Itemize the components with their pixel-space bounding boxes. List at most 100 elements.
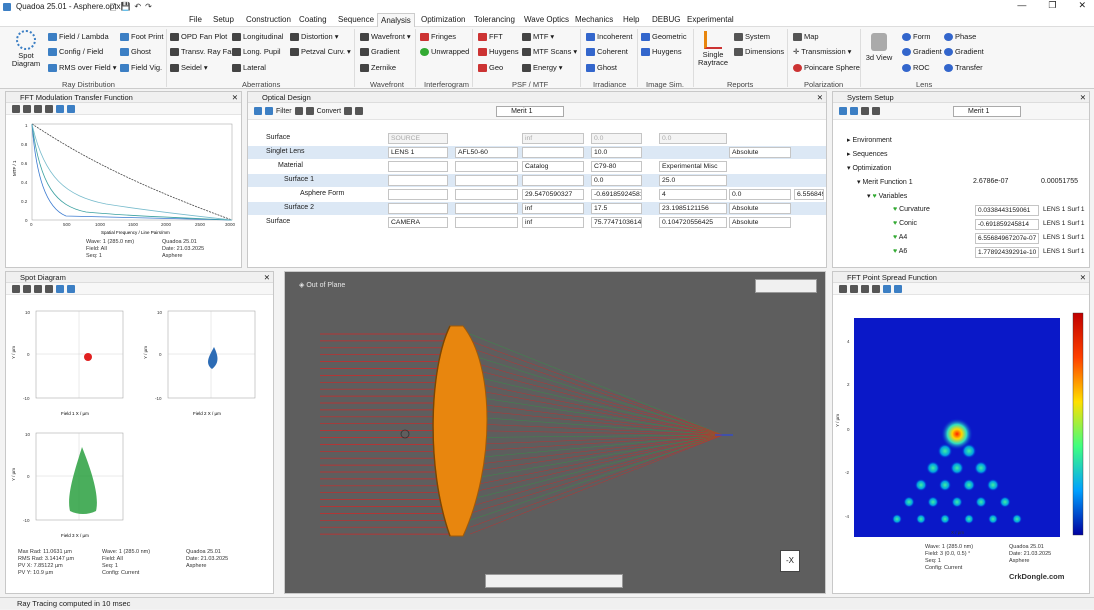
design-row[interactable]: Surface 1 0.0 25.0: [248, 174, 826, 187]
config-field-button[interactable]: Config / Field: [48, 47, 103, 56]
menu-debug[interactable]: DEBUG: [652, 15, 680, 24]
menu-coating[interactable]: Coating: [299, 15, 327, 24]
merit-select[interactable]: Merit 1: [496, 105, 565, 117]
design-cell[interactable]: 0.104720556425: [659, 217, 727, 228]
close-icon[interactable]: ✕: [1080, 272, 1086, 283]
copy-icon[interactable]: [23, 105, 31, 113]
huygens-button[interactable]: Huygens: [478, 47, 519, 56]
mtf-scans-button[interactable]: MTF Scans ▾: [522, 47, 577, 56]
tree-optimization[interactable]: ▾ Optimization: [847, 164, 891, 172]
longitudinal-button[interactable]: Longitudinal: [232, 32, 283, 41]
minimize-icon[interactable]: —: [1017, 0, 1026, 11]
print-icon[interactable]: [861, 285, 869, 293]
axis-x-button[interactable]: -X: [780, 550, 800, 572]
save-icon[interactable]: [872, 285, 880, 293]
design-cell[interactable]: 4: [659, 189, 727, 200]
seidel-button[interactable]: Seidel ▾: [170, 63, 208, 72]
huygens2-button[interactable]: Huygens: [641, 47, 682, 56]
gear-icon[interactable]: [12, 105, 20, 113]
variable-value[interactable]: 6.55684967207e-07: [975, 233, 1039, 244]
design-cell[interactable]: Absolute: [729, 217, 791, 228]
design-cell[interactable]: Catalog: [522, 161, 584, 172]
design-cell[interactable]: 0.0: [591, 133, 642, 144]
roc-button[interactable]: ROC: [902, 63, 930, 72]
design-cell[interactable]: [388, 189, 448, 200]
arrow-down-icon[interactable]: [850, 107, 858, 115]
design-cell[interactable]: [388, 175, 448, 186]
transmission-button[interactable]: ✛ Transmission ▾: [793, 47, 851, 56]
variable-name[interactable]: ♥ A6: [893, 248, 907, 255]
design-cell[interactable]: 0.0: [659, 133, 727, 144]
design-cell[interactable]: Experimental Misc: [659, 161, 727, 172]
menu-tolerancing[interactable]: Tolerancing: [474, 15, 515, 24]
design-cell[interactable]: [455, 217, 518, 228]
fft-button[interactable]: FFT: [478, 32, 503, 41]
print-icon[interactable]: [34, 285, 42, 293]
close-icon[interactable]: ✕: [232, 92, 238, 103]
close-icon[interactable]: ✕: [1078, 0, 1086, 11]
geometric-button[interactable]: Geometric: [641, 32, 687, 41]
menu-construction[interactable]: Construction: [246, 15, 291, 24]
design-row[interactable]: Asphere Form 29.5470590327 -0.691859245814…: [248, 188, 826, 201]
coherent-button[interactable]: Coherent: [586, 47, 628, 56]
gradient3-button[interactable]: Gradient: [944, 47, 984, 56]
design-cell[interactable]: 0.0: [729, 189, 791, 200]
layout-icon[interactable]: [67, 105, 75, 113]
ghost-button[interactable]: Ghost: [120, 47, 151, 56]
variable-name[interactable]: ♥ A4: [893, 234, 907, 241]
gradient-button[interactable]: Gradient: [360, 47, 400, 56]
design-cell[interactable]: 17.5: [591, 203, 642, 214]
design-cell[interactable]: -0.691859245814: [591, 189, 642, 200]
print-icon[interactable]: [34, 105, 42, 113]
ghost2-button[interactable]: Ghost: [586, 63, 617, 72]
menu-file[interactable]: File: [189, 15, 202, 24]
poincare-button[interactable]: Poincare Sphere: [793, 63, 860, 72]
map-button[interactable]: Map: [793, 32, 819, 41]
design-cell[interactable]: [388, 161, 448, 172]
design-cell[interactable]: 6.556849: [794, 189, 824, 200]
geo-button[interactable]: Geo: [478, 63, 503, 72]
design-cell[interactable]: Absolute: [729, 203, 791, 214]
design-cell[interactable]: LENS 1: [388, 147, 448, 158]
merit-select[interactable]: Merit 1: [953, 105, 1021, 117]
variable-value[interactable]: -0.691859245814: [975, 219, 1039, 230]
long-pupil-button[interactable]: Long. Pupil: [232, 47, 281, 56]
delete-icon[interactable]: [305, 107, 314, 115]
tree-variables[interactable]: ▾ ♥ Variables: [867, 192, 907, 200]
variable-name[interactable]: ♥ Curvature: [893, 206, 930, 213]
spot-diagram-button[interactable]: Spot Diagram: [10, 30, 42, 68]
gear-icon[interactable]: [839, 285, 847, 293]
gradient2-button[interactable]: Gradient: [902, 47, 942, 56]
system-setup-header[interactable]: System Setup ✕: [833, 92, 1089, 103]
unwrapped-button[interactable]: Unwrapped: [420, 47, 469, 56]
arrow-up-icon[interactable]: [254, 107, 262, 115]
design-row[interactable]: Surface CAMERA inf 75.7747103614 0.104720556…: [248, 216, 826, 229]
mtf-button[interactable]: MTF ▾: [522, 32, 554, 41]
design-row[interactable]: Surface SOURCE inf 0.0 0.0: [248, 132, 826, 145]
layout-icon[interactable]: [67, 285, 75, 293]
design-row[interactable]: Surface 2 inf 17.5 23.1985121156 Absolute: [248, 202, 826, 215]
remove-icon[interactable]: [872, 107, 880, 115]
design-cell[interactable]: CAMERA: [388, 217, 448, 228]
maximize-icon[interactable]: ❐: [1048, 0, 1056, 11]
tree-environment[interactable]: ▸ Environment: [847, 136, 892, 144]
wavefront-button[interactable]: Wavefront ▾: [360, 32, 411, 41]
single-raytrace-button[interactable]: Single Raytrace: [698, 31, 728, 67]
design-cell[interactable]: AFL50-60: [455, 147, 518, 158]
petzval-button[interactable]: Petzval Curv. ▾: [290, 47, 351, 56]
design-row[interactable]: Singlet Lens LENS 1 AFL50-60 10.0 Absolute: [248, 146, 826, 159]
design-row[interactable]: Material Catalog C79-80 Experimental Misc: [248, 160, 826, 173]
design-cell[interactable]: Absolute: [729, 147, 791, 158]
convert-button[interactable]: Convert: [317, 108, 342, 115]
grid-icon[interactable]: [883, 285, 891, 293]
rms-over-field-button[interactable]: RMS over Field ▾: [48, 63, 116, 72]
psf-header[interactable]: FFT Point Spread Function ✕: [833, 272, 1089, 283]
design-cell[interactable]: inf: [522, 203, 584, 214]
lateral-button[interactable]: Lateral: [232, 63, 266, 72]
save-icon[interactable]: [45, 285, 53, 293]
design-cell[interactable]: 0.0: [591, 175, 642, 186]
spot-diagram-header[interactable]: Spot Diagram ✕: [6, 272, 273, 283]
menu-mechanics[interactable]: Mechanics: [575, 15, 613, 24]
filter-button[interactable]: Filter: [276, 108, 292, 115]
incoherent-button[interactable]: Incoherent: [586, 32, 632, 41]
